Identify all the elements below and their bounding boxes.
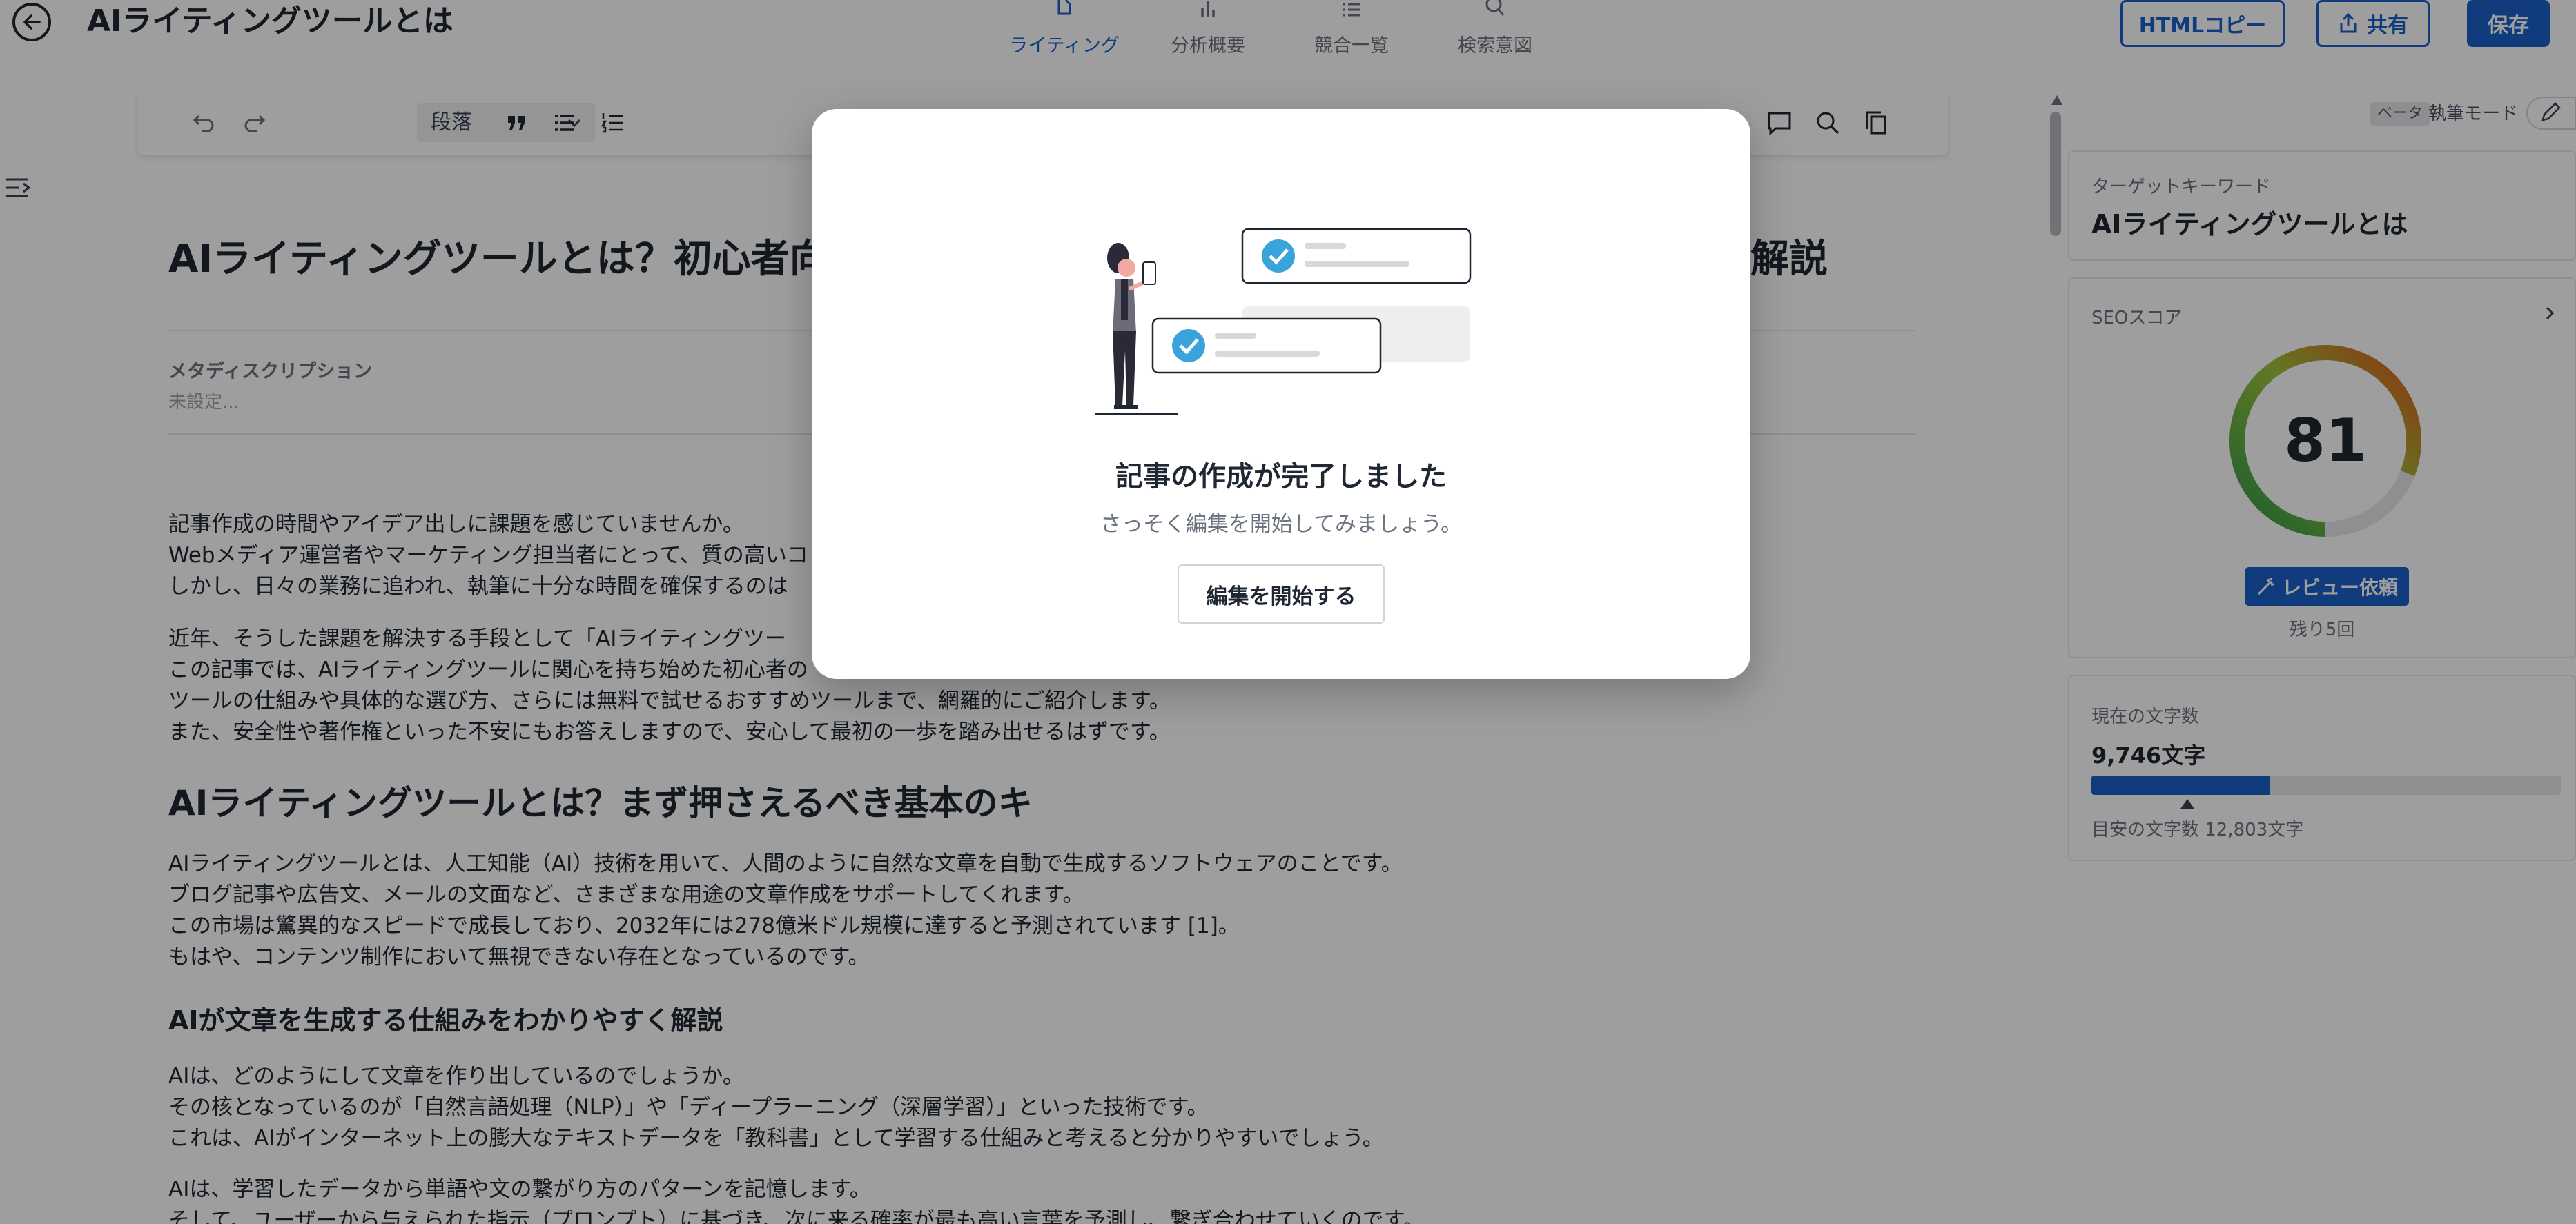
modal-subtitle: さっそく編集を開始してみましょう。 [1100, 512, 1463, 537]
start-editing-label: 編集を開始する [1206, 584, 1356, 609]
start-editing-button[interactable]: 編集を開始する [1178, 564, 1385, 624]
modal-title: 記事の作成が完了しました [1115, 461, 1447, 493]
completion-illustration [1095, 228, 1472, 415]
completion-modal: 記事の作成が完了しました さっそく編集を開始してみましょう。 編集を開始する [812, 109, 1750, 679]
